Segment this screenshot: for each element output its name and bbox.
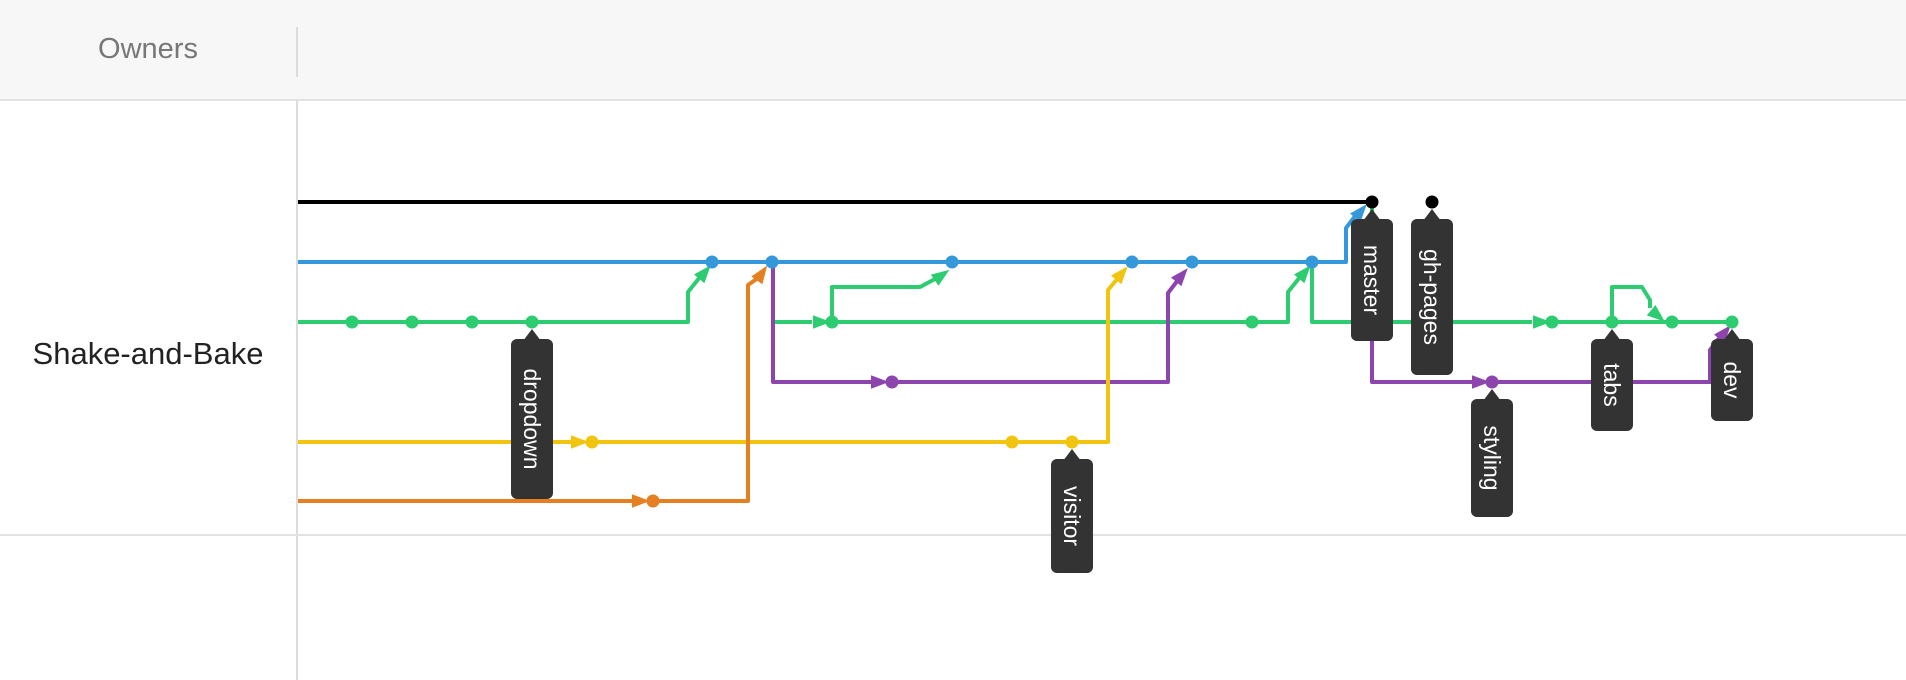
commit-dot[interactable]	[765, 255, 779, 269]
commit-dot[interactable]	[1725, 315, 1739, 329]
commit-dot[interactable]	[1305, 255, 1319, 269]
commit-dot[interactable]	[1665, 315, 1679, 329]
commit-dot[interactable]	[465, 315, 479, 329]
branch-line-green	[832, 275, 1302, 324]
commit-dot[interactable]	[1485, 375, 1499, 389]
commit-dot[interactable]	[1425, 195, 1439, 209]
branch-tag-label: gh-pages	[1419, 249, 1445, 345]
commit-dot[interactable]	[1005, 435, 1019, 449]
branch-tag-label: dev	[1719, 361, 1745, 399]
commit-dot[interactable]	[1545, 315, 1559, 329]
commit-dot[interactable]	[525, 315, 539, 329]
branch-line-yellow	[592, 276, 1120, 444]
commit-dot[interactable]	[1245, 315, 1259, 329]
commit-dot[interactable]	[646, 494, 660, 508]
commit-dot[interactable]	[885, 375, 899, 389]
network-graph: dropdown visitor master gh-pages styling tabs…	[298, 195, 1753, 573]
commit-dot[interactable]	[585, 435, 599, 449]
branch-tag-label: styling	[1479, 425, 1505, 490]
commit-dot[interactable]	[1605, 315, 1619, 329]
branch-line-green	[298, 275, 702, 324]
commit-dot[interactable]	[1365, 195, 1379, 209]
commit-dot[interactable]	[345, 315, 359, 329]
branch-arrow	[930, 269, 950, 286]
branch-line-green	[771, 262, 812, 324]
branch-tag-label: dropdown	[519, 368, 545, 469]
branch-tag-label: master	[1359, 245, 1385, 316]
branch-tag-label: visitor	[1059, 486, 1085, 546]
branch-line-green	[1610, 285, 1652, 322]
commit-dot[interactable]	[945, 255, 959, 269]
merge-line-blue	[1312, 213, 1358, 264]
branch-line-purple	[893, 278, 1180, 384]
commit-dot[interactable]	[1185, 255, 1199, 269]
commit-dot[interactable]	[405, 315, 419, 329]
commit-dot[interactable]	[1125, 255, 1139, 269]
commit-dot[interactable]	[825, 315, 839, 329]
commit-dot[interactable]	[705, 255, 719, 269]
commit-dot[interactable]	[1065, 435, 1079, 449]
branch-line-orange	[653, 276, 760, 503]
branch-line-green	[830, 277, 936, 322]
branch-tag-label: tabs	[1599, 363, 1625, 406]
